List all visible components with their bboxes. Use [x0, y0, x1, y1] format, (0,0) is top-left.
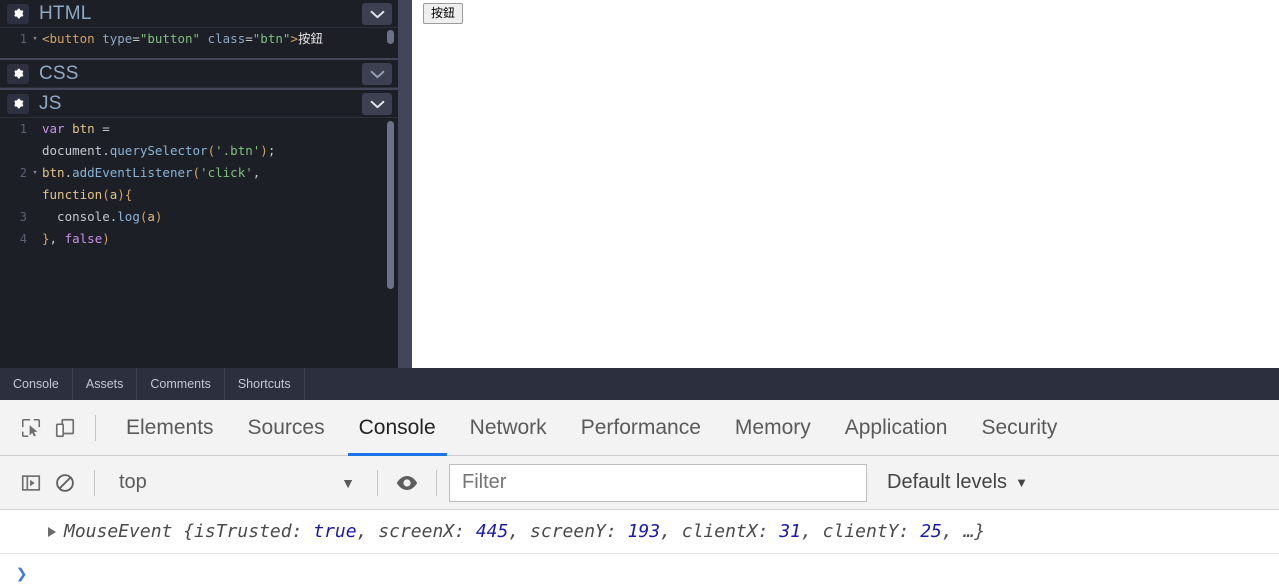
line-number: 4 [19, 232, 27, 246]
panel-header-html[interactable]: HTML [0, 0, 398, 28]
panel-title-html: HTML [39, 2, 92, 24]
execution-context-select[interactable]: top ▼ [107, 466, 365, 500]
editor-preview-splitter[interactable] [398, 0, 412, 368]
pen-tab-console[interactable]: Console [0, 368, 73, 400]
console-filter-input[interactable] [449, 463, 867, 502]
devtools-tabbar: Elements Sources Console Network Perform… [0, 400, 1279, 456]
code-line: function(a){ [0, 184, 398, 206]
fold-marker[interactable] [30, 118, 40, 140]
codepen-devtools-screen: HTML 1 ▾ <button type="button" class="bt… [0, 0, 1279, 585]
tab-elements[interactable]: Elements [109, 400, 231, 456]
console-message-row[interactable]: MouseEvent {isTrusted: true, screenX: 44… [0, 510, 1279, 554]
tab-sources[interactable]: Sources [231, 400, 342, 456]
editor-column: HTML 1 ▾ <button type="button" class="bt… [0, 0, 398, 368]
clear-console-icon[interactable] [48, 466, 82, 500]
codepen-workspace: HTML 1 ▾ <button type="button" class="bt… [0, 0, 1279, 368]
devtools-panel: Elements Sources Console Network Perform… [0, 400, 1279, 585]
token-eq-1: = [132, 31, 140, 46]
tab-console[interactable]: Console [342, 400, 453, 456]
code-line-text: }, false) [42, 231, 110, 246]
html-code-editor[interactable]: 1 ▾ <button type="button" class="btn">按鈕 [0, 28, 398, 58]
preview-button[interactable]: 按鈕 [423, 3, 464, 24]
code-line: 2 ▾ btn.addEventListener('click', [0, 162, 398, 184]
token-attr-class: class [200, 31, 246, 46]
log-levels-select[interactable]: Default levels ▼ [887, 471, 1028, 494]
code-line-text: console.log(a) [42, 209, 163, 224]
code-line-text: <button type="button" class="btn">按鈕 [40, 28, 323, 50]
gear-icon[interactable] [7, 93, 29, 114]
code-line: 1 var btn = [0, 118, 398, 140]
code-line: 3 console.log(a) [0, 206, 398, 228]
line-number: 1 [19, 32, 27, 46]
tab-performance[interactable]: Performance [564, 400, 718, 456]
code-line-text: var btn = [42, 121, 110, 136]
panel-title-js: JS [39, 92, 62, 114]
js-editor-scrollbar[interactable] [387, 121, 394, 289]
console-message-text: MouseEvent {isTrusted: true, screenX: 44… [64, 521, 986, 542]
console-toolbar: top ▼ Default levels ▼ [0, 456, 1279, 510]
fold-marker[interactable]: ▾ [30, 162, 40, 184]
pen-tab-shortcuts[interactable]: Shortcuts [225, 368, 305, 400]
gear-icon[interactable] [7, 3, 29, 24]
code-line-text: function(a){ [42, 187, 133, 202]
console-message-list: MouseEvent {isTrusted: true, screenX: 44… [0, 510, 1279, 585]
token-open-tag: <button [42, 31, 95, 46]
inspect-element-icon[interactable] [14, 411, 48, 445]
gear-icon[interactable] [7, 63, 29, 84]
token-gt: > [290, 31, 298, 46]
pen-tab-assets[interactable]: Assets [73, 368, 138, 400]
prompt-chevron-icon: ❯ [16, 563, 28, 585]
token-attr-type: type [94, 31, 133, 46]
chevron-down-icon: ▼ [1015, 475, 1028, 490]
fold-marker[interactable] [30, 206, 40, 228]
tab-network[interactable]: Network [453, 400, 564, 456]
code-line-text: document.querySelector('.btn'); [42, 143, 276, 158]
toolbar-separator [95, 414, 96, 441]
chevron-down-icon[interactable] [362, 3, 392, 25]
console-input-prompt[interactable]: ❯ [0, 554, 1279, 585]
js-code-editor[interactable]: 1 var btn = document.querySelector('.btn… [0, 118, 398, 363]
fold-marker[interactable] [30, 228, 40, 250]
device-toolbar-icon[interactable] [48, 411, 82, 445]
fold-marker[interactable] [30, 140, 40, 162]
line-number: 2 [19, 166, 27, 180]
live-expression-eye-icon[interactable] [390, 466, 424, 500]
toolbar-separator [377, 469, 378, 496]
tab-application[interactable]: Application [828, 400, 965, 456]
chevron-down-icon[interactable] [362, 63, 392, 85]
panel-header-css[interactable]: CSS [0, 60, 398, 88]
chevron-down-icon[interactable] [362, 93, 392, 115]
code-line: 1 ▾ <button type="button" class="btn">按鈕 [0, 28, 398, 50]
chevron-down-icon: ▼ [341, 474, 355, 491]
line-number: 1 [19, 122, 27, 136]
token-button-text: 按鈕 [297, 31, 323, 46]
panel-title-css: CSS [39, 62, 79, 84]
tab-security[interactable]: Security [964, 400, 1074, 456]
tab-memory[interactable]: Memory [718, 400, 828, 456]
pen-tab-comments[interactable]: Comments [137, 368, 225, 400]
toolbar-separator [436, 469, 437, 496]
token-value-class: "btn" [252, 31, 291, 46]
panel-header-js[interactable]: JS [0, 90, 398, 118]
log-levels-label: Default levels [887, 471, 1008, 493]
code-line: 4 }, false) [0, 228, 398, 250]
codepen-bottom-tabbar: Console Assets Comments Shortcuts [0, 368, 1279, 400]
disclosure-triangle-icon[interactable] [48, 526, 56, 537]
toolbar-separator [94, 469, 95, 496]
line-number [0, 184, 30, 206]
line-number: 3 [19, 210, 27, 224]
fold-marker[interactable] [30, 184, 40, 206]
code-line-text: btn.addEventListener('click', [42, 165, 261, 180]
preview-pane: 按鈕 [412, 0, 1279, 368]
console-sidebar-icon[interactable] [14, 466, 48, 500]
html-editor-scrollbar[interactable] [387, 30, 394, 44]
fold-marker[interactable]: ▾ [30, 28, 40, 50]
token-value-type: "button" [139, 31, 201, 46]
token-eq-2: = [245, 31, 253, 46]
line-number [0, 140, 30, 162]
code-line: document.querySelector('.btn'); [0, 140, 398, 162]
execution-context-value: top [119, 471, 147, 493]
